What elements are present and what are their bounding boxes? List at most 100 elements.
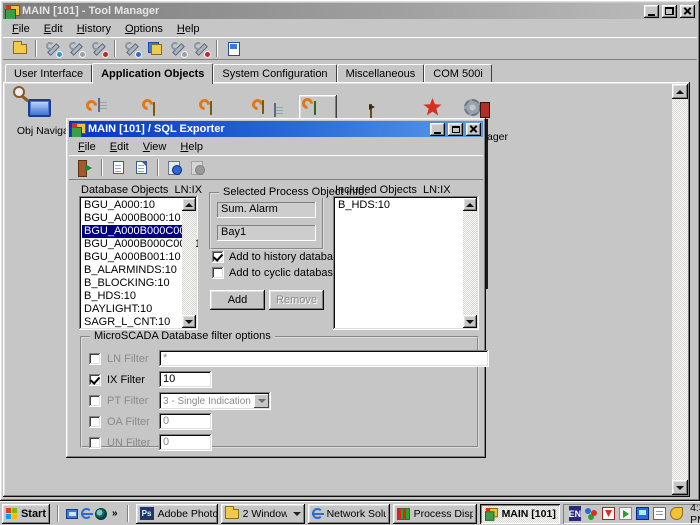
config-tool-button[interactable] [166,38,189,59]
main-titlebar[interactable]: MAIN [101] - Tool Manager [3,3,697,19]
tab-miscellaneous[interactable]: Miscellaneous [337,64,425,82]
cyclic-db-checkbox[interactable] [212,267,224,279]
menu-edit[interactable]: Edit [37,21,70,37]
gear-icon [464,99,481,116]
copy-button[interactable] [143,38,166,59]
export-button[interactable] [163,157,186,178]
pt-filter-checkbox[interactable] [89,395,101,407]
dialog-titlebar[interactable]: MAIN [101] / SQL Exporter [69,121,483,137]
list-item[interactable]: B_ALARMINDS:10 [82,264,182,277]
scroll-down-button[interactable] [672,480,688,495]
open-button[interactable] [130,157,153,178]
remove-tool-button[interactable] [189,38,212,59]
dialog-menu-view[interactable]: View [136,139,174,155]
add-item-button[interactable] [120,38,143,59]
list-item[interactable]: BGU_A000B000C001:10 [82,238,182,251]
display-icon[interactable] [636,507,649,520]
dialog-menu-file[interactable]: File [71,139,103,155]
included-objects-list[interactable]: B_HDS:10 [333,196,479,330]
export-icon [168,161,182,175]
folder-button[interactable] [8,38,31,59]
close-button[interactable] [680,5,695,18]
list-item[interactable]: BGU_A000B001:10 [82,251,182,264]
show-desktop-shortcut[interactable] [66,506,78,522]
list-item[interactable]: DAYLIGHT:10 [82,303,182,316]
globe-shortcut[interactable] [95,506,107,522]
list-scrollbar[interactable] [182,198,196,328]
dialog-menu-help[interactable]: Help [173,139,210,155]
quick-launch-overflow[interactable]: » [110,508,120,519]
menu-file[interactable]: File [5,21,37,37]
antivirus-icon[interactable] [602,507,615,520]
add-button[interactable]: Add [210,290,265,310]
taskbar-button-explorer-group[interactable]: 2 Windows Expl... [221,504,305,524]
restore-button[interactable] [662,5,677,18]
document-icon[interactable] [653,507,666,520]
list-scrollbar[interactable] [463,198,477,328]
ln-filter-field: * [159,350,489,367]
yellow-database-icon [153,102,155,116]
menu-help[interactable]: Help [170,21,207,37]
dialog-minimize-button[interactable] [430,123,445,136]
tool-properties-button[interactable] [64,38,87,59]
scroll-up-button[interactable] [672,84,688,99]
tab-user-interface[interactable]: User Interface [5,64,92,82]
taskbar-button-photoshop[interactable]: Ps Adobe Photoshop... [136,504,218,524]
scroll-up-button[interactable] [463,198,477,211]
list-item[interactable]: BGU_A000B000:10 [82,212,182,225]
taskbar-button-label: 2 Windows Expl... [243,508,287,520]
oa-filter-checkbox[interactable] [89,416,101,428]
dialog-close-button[interactable] [466,123,481,136]
un-filter-checkbox[interactable] [89,437,101,449]
menu-history[interactable]: History [70,21,118,37]
ln-filter-checkbox[interactable] [89,353,101,365]
clock[interactable]: 4:30 PM [687,502,700,525]
dialog-menu-edit[interactable]: Edit [103,139,136,155]
content-scrollbar[interactable] [672,84,688,495]
start-button[interactable]: Start [2,504,50,524]
database-objects-list[interactable]: BGU_A000:10 BGU_A000B000:10 BGU_A000B000… [79,196,198,330]
list-item[interactable]: SAGR_L_CNT:10 [82,316,182,329]
report-button[interactable] [222,38,245,59]
taskbar-button-network-solutions[interactable]: Network Solutions... [308,504,390,524]
tab-system-configuration[interactable]: System Configuration [213,64,336,82]
language-indicator[interactable]: EN [569,506,582,521]
dialog-maximize-button[interactable] [448,123,463,136]
history-db-checkbox[interactable] [212,251,224,263]
tab-application-objects[interactable]: Application Objects [92,63,213,84]
list-item[interactable]: B_BLOCKING:10 [82,277,182,290]
messenger-icon[interactable] [585,507,598,520]
taskbar-button-main-active[interactable]: MAIN [101] / ... [480,504,560,524]
browser-shortcut[interactable] [81,506,92,522]
assistant-icon[interactable] [670,507,683,520]
windows-flag-icon [6,508,17,520]
list-item-selected[interactable]: BGU_A000B000C000:10 [82,225,182,238]
folder-icon [225,509,239,519]
ix-filter-checkbox[interactable] [89,374,101,386]
add-tool-button[interactable] [41,38,64,59]
toolbar-separator [114,40,116,57]
scroll-up-button[interactable] [182,198,196,211]
tab-com500i[interactable]: COM 500i [424,64,492,82]
list-item[interactable]: BGU_A000:10 [82,199,182,212]
player-icon[interactable] [619,507,632,520]
taskbar-button-process-display[interactable]: Process Display [... [393,504,477,524]
list-item[interactable]: B_HDS:10 [336,199,463,212]
taskbar-button-label: Network Solutions... [327,508,386,520]
scroll-down-button[interactable] [463,315,477,328]
list-item[interactable]: B_HDS:10 [82,290,182,303]
toolbar-separator [35,40,37,57]
station-text-field: Bay1 [217,225,316,241]
obj-navigator-tool[interactable] [27,98,61,128]
pencil-icon [370,104,372,118]
ix-filter-field[interactable]: 10 [159,371,212,388]
report-icon [228,42,240,56]
delete-tool-button[interactable] [87,38,110,59]
exit-button[interactable] [74,157,97,178]
new-button[interactable] [107,157,130,178]
oa-filter-label: OA Filter [107,416,153,428]
scroll-down-button[interactable] [182,315,196,328]
minimize-button[interactable] [644,5,659,18]
dialog-app-icon [71,123,85,136]
menu-options[interactable]: Options [118,21,170,37]
